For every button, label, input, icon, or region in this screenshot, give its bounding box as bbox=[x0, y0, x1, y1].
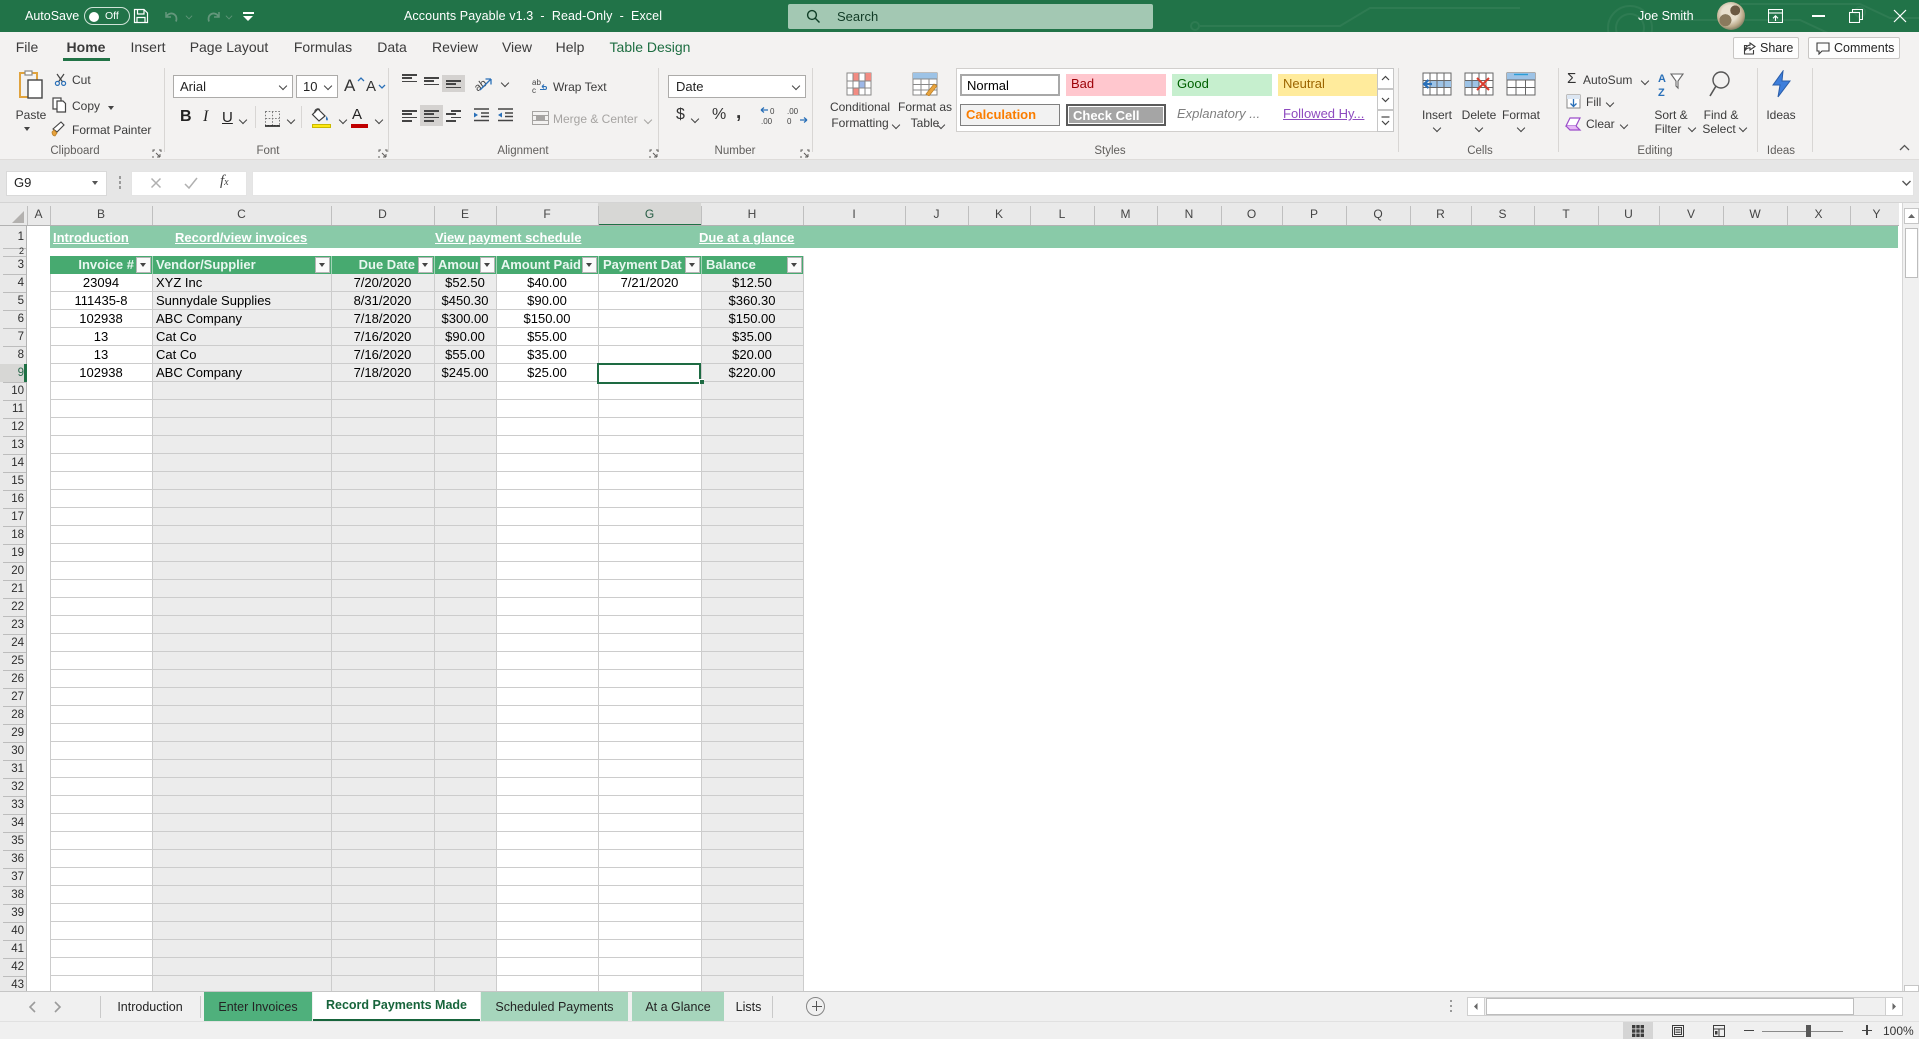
svg-text:0: 0 bbox=[787, 117, 792, 126]
svg-text:Z: Z bbox=[1658, 87, 1665, 98]
svg-text:A: A bbox=[1658, 73, 1666, 85]
svg-text:ab: ab bbox=[474, 77, 489, 94]
svg-text:0: 0 bbox=[770, 107, 775, 116]
svg-text:.00: .00 bbox=[787, 107, 799, 116]
svg-text:c: c bbox=[532, 86, 536, 94]
svg-text:.00: .00 bbox=[761, 117, 773, 126]
